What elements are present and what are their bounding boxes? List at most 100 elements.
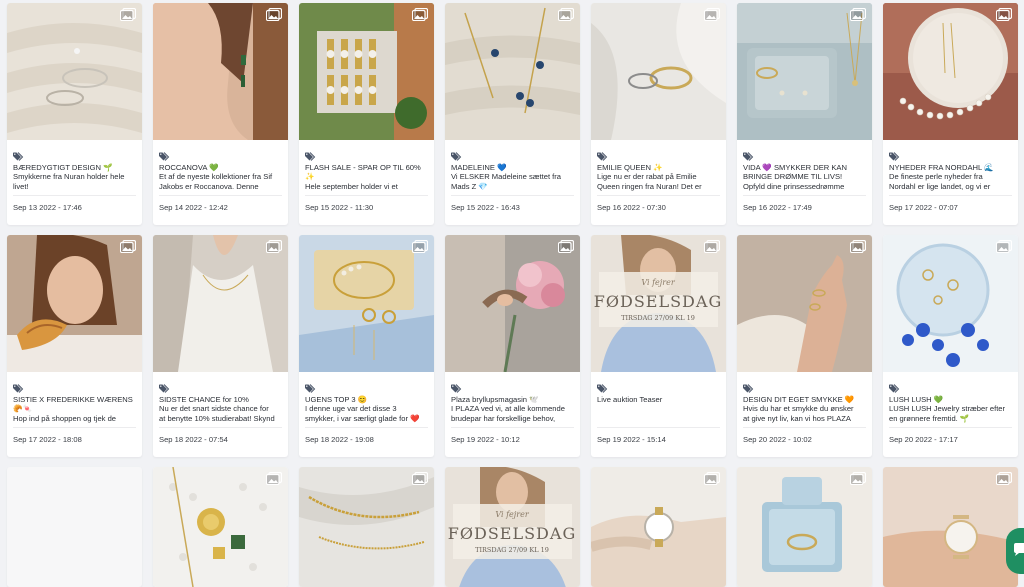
post-date: Sep 18 2022 - 19:08 xyxy=(305,435,374,444)
post-image[interactable] xyxy=(153,235,288,372)
post-card[interactable] xyxy=(591,467,726,587)
post-image[interactable] xyxy=(7,235,142,372)
post-card[interactable]: EMILIE QUEEN ✨ Lige nu er der rabat på Em… xyxy=(591,3,726,225)
post-image[interactable] xyxy=(737,3,872,140)
post-date: Sep 15 2022 - 11:30 xyxy=(305,203,374,212)
post-body: SIDSTE CHANCE for 10% Nu er det snart sid… xyxy=(153,376,288,433)
post-grid: BÆREDYGTIGT DESIGN 🌱 Smykkerne fra Nuran … xyxy=(0,0,1024,587)
post-card[interactable]: Vi fejrer FØDSELSDAG TIRSDAG 27/09 KL 19 xyxy=(445,467,580,587)
post-card[interactable]: NYHEDER FRA NORDAHL 🌊 De fineste perle ny… xyxy=(883,3,1018,225)
post-image[interactable] xyxy=(591,3,726,140)
chat-button[interactable] xyxy=(1006,528,1024,574)
post-body: ROCCANOVA 💚 Et af de nyeste kollektioner … xyxy=(153,144,288,201)
post-image[interactable] xyxy=(299,3,434,140)
image-gallery-icon xyxy=(412,8,428,21)
post-image[interactable] xyxy=(299,467,434,587)
post-image[interactable] xyxy=(153,3,288,140)
post-image[interactable] xyxy=(7,3,142,140)
divider xyxy=(597,195,720,196)
image-gallery-icon xyxy=(412,240,428,253)
post-card[interactable]: MADELEINE 💙 Vi ELSKER Madeleine sættet fr… xyxy=(445,3,580,225)
tag-icon xyxy=(743,152,754,161)
post-image[interactable] xyxy=(445,235,580,372)
post-card[interactable]: Plaza bryllupsmagasin 🕊️ I PLAZA ved vi, … xyxy=(445,235,580,457)
image-gallery-icon xyxy=(266,472,282,485)
overlay-subline: TIRSDAG 27/09 KL 19 xyxy=(475,546,549,554)
tag-icon xyxy=(889,152,900,161)
chat-icon xyxy=(1014,543,1024,556)
post-image[interactable] xyxy=(883,3,1018,140)
post-body: SISTIE X FREDERIKKE WÆRENS 🥐🍬 Hop ind på s… xyxy=(7,376,142,433)
overlay-headline: FØDSELSDAG xyxy=(448,524,576,543)
overlay-headline: FØDSELSDAG xyxy=(594,292,722,311)
divider xyxy=(305,195,428,196)
image-gallery-icon xyxy=(996,240,1012,253)
overlay-subline: TIRSDAG 27/09 KL 19 xyxy=(621,314,695,322)
post-image[interactable] xyxy=(299,235,434,372)
post-card[interactable] xyxy=(299,467,434,587)
post-date: Sep 16 2022 - 07:30 xyxy=(597,203,666,212)
divider xyxy=(451,427,574,428)
post-card[interactable] xyxy=(737,467,872,587)
post-body: DESIGN DIT EGET SMYKKE 🧡 Hvis du har et s… xyxy=(737,376,872,433)
post-date: Sep 20 2022 - 10:02 xyxy=(743,435,812,444)
tag-icon xyxy=(889,384,900,393)
post-card[interactable]: ROCCANOVA 💚 Et af de nyeste kollektioner … xyxy=(153,3,288,225)
divider xyxy=(159,427,282,428)
tag-icon xyxy=(13,152,24,161)
image-gallery-icon xyxy=(704,472,720,485)
post-image[interactable] xyxy=(883,467,1018,587)
post-body: FLASH SALE - SPAR OP TIL 60% ✨ Hele septem… xyxy=(299,144,434,201)
post-card[interactable]: DESIGN DIT EGET SMYKKE 🧡 Hvis du har et s… xyxy=(737,235,872,457)
image-gallery-icon xyxy=(120,240,136,253)
post-date: Sep 20 2022 - 17:17 xyxy=(889,435,958,444)
tag-icon xyxy=(305,384,316,393)
post-card-placeholder[interactable] xyxy=(7,467,142,587)
overlay-script: Vi fejrer xyxy=(641,278,675,287)
post-card[interactable]: VIDA 💜 SMYKKER DER KAN BRINGE DRØMME TIL … xyxy=(737,3,872,225)
divider xyxy=(597,427,720,428)
post-card[interactable]: SISTIE X FREDERIKKE WÆRENS 🥐🍬 Hop ind på s… xyxy=(7,235,142,457)
divider xyxy=(889,427,1012,428)
post-date: Sep 19 2022 - 10:12 xyxy=(451,435,520,444)
post-image[interactable] xyxy=(153,467,288,587)
tag-icon xyxy=(13,384,24,393)
post-image[interactable]: Vi fejrer FØDSELSDAG TIRSDAG 27/09 KL 19 xyxy=(591,235,726,372)
post-date: Sep 15 2022 - 16:43 xyxy=(451,203,520,212)
post-card[interactable]: SIDSTE CHANCE for 10% Nu er det snart sid… xyxy=(153,235,288,457)
image-gallery-icon xyxy=(996,472,1012,485)
image-gallery-icon xyxy=(120,8,136,21)
post-image[interactable] xyxy=(737,235,872,372)
post-date: Sep 16 2022 - 17:49 xyxy=(743,203,812,212)
post-body: LUSH LUSH 💚 LUSH LUSH Jewelry stræber eft… xyxy=(883,376,1018,433)
post-date: Sep 13 2022 - 17:46 xyxy=(13,203,82,212)
image-gallery-icon xyxy=(558,240,574,253)
image-gallery-icon xyxy=(266,8,282,21)
post-image[interactable] xyxy=(737,467,872,587)
post-card[interactable]: FLASH SALE - SPAR OP TIL 60% ✨ Hele septem… xyxy=(299,3,434,225)
tag-icon xyxy=(451,384,462,393)
post-card[interactable]: Vi fejrer FØDSELSDAG TIRSDAG 27/09 KL 19 L… xyxy=(591,235,726,457)
post-image[interactable] xyxy=(445,3,580,140)
post-body: Plaza bryllupsmagasin 🕊️ I PLAZA ved vi, … xyxy=(445,376,580,433)
image-gallery-icon xyxy=(412,472,428,485)
image-gallery-icon xyxy=(850,240,866,253)
post-body: Live auktion Teaser xyxy=(591,376,726,433)
post-card[interactable]: BÆREDYGTIGT DESIGN 🌱 Smykkerne fra Nuran … xyxy=(7,3,142,225)
divider xyxy=(13,427,136,428)
image-gallery-icon xyxy=(850,472,866,485)
tag-icon xyxy=(597,152,608,161)
post-card[interactable]: LUSH LUSH 💚 LUSH LUSH Jewelry stræber eft… xyxy=(883,235,1018,457)
post-image[interactable] xyxy=(883,235,1018,372)
image-gallery-icon xyxy=(266,240,282,253)
tag-icon xyxy=(159,384,170,393)
divider xyxy=(889,195,1012,196)
post-image[interactable] xyxy=(591,467,726,587)
post-date: Sep 18 2022 - 07:54 xyxy=(159,435,228,444)
post-card[interactable] xyxy=(883,467,1018,587)
image-gallery-icon xyxy=(558,8,574,21)
post-image[interactable]: Vi fejrer FØDSELSDAG TIRSDAG 27/09 KL 19 xyxy=(445,467,580,587)
post-card[interactable]: UGENS TOP 3 😊 I denne uge var det disse 3… xyxy=(299,235,434,457)
post-body: EMILIE QUEEN ✨ Lige nu er der rabat på Em… xyxy=(591,144,726,201)
post-card[interactable] xyxy=(153,467,288,587)
